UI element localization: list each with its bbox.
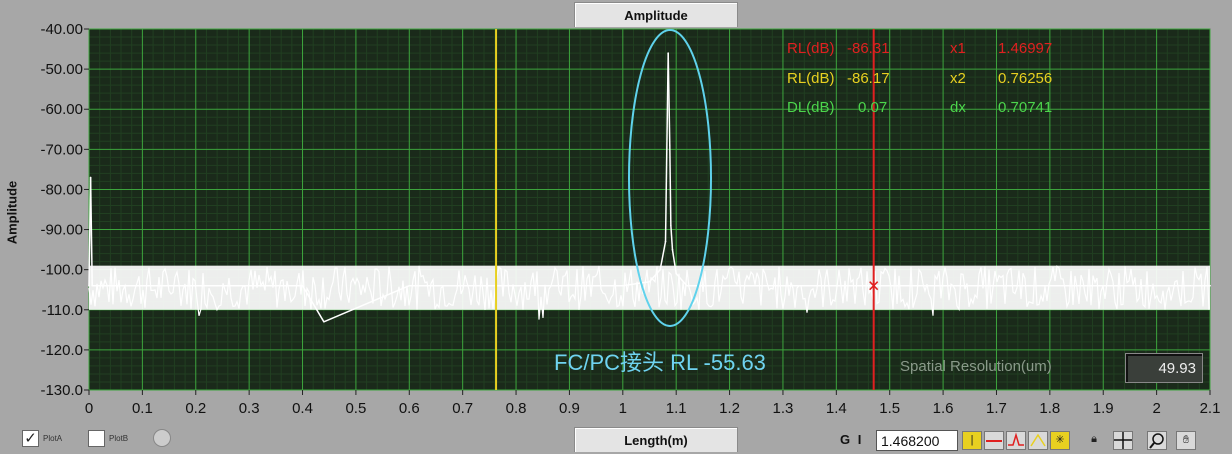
y-tick-label: -100.0 (40, 262, 83, 279)
x-tick-label: 0.5 (345, 400, 366, 417)
data-point (194, 284, 197, 287)
y-tick-label: -80.00 (40, 181, 83, 198)
data-point (408, 284, 411, 287)
x-tick-label: 0.2 (185, 400, 206, 417)
data-point (301, 284, 304, 287)
marker-icon[interactable] (1028, 431, 1048, 450)
x-tick-label: 0.1 (132, 400, 153, 417)
x-tick-label: 0.4 (292, 400, 313, 417)
line-style-icon[interactable] (984, 431, 1004, 450)
data-point (835, 284, 838, 287)
y-tick-label: -110.0 (42, 302, 83, 319)
y-tick-label: -70.00 (40, 141, 83, 158)
data-point (1209, 284, 1211, 287)
data-point (664, 240, 667, 243)
x1-label: x1 (950, 40, 966, 57)
data-point (648, 280, 651, 283)
x-tick-label: 0.7 (452, 400, 473, 417)
rl2-label: RL(dB) (787, 70, 835, 87)
y-tick-label: -130.0 (40, 382, 83, 399)
plot-options[interactable] (153, 428, 171, 448)
data-point (671, 248, 674, 251)
y-tick-label: -40.00 (40, 21, 83, 38)
x-tick-label: 1.2 (719, 400, 740, 417)
data-point (667, 52, 669, 54)
trace-segment (669, 145, 672, 226)
x-tick-label: 1.8 (1039, 400, 1060, 417)
dx-label: dx (950, 99, 966, 116)
lock-icon[interactable]: 🔒︎ (1084, 431, 1104, 450)
x-tick-label: 0 (85, 400, 93, 417)
data-point (89, 176, 92, 179)
data-point (568, 284, 571, 287)
x-axis-label: Length(m) (574, 427, 738, 452)
x2-label: x2 (950, 70, 966, 87)
data-point (1155, 284, 1158, 287)
data-point (88, 284, 90, 287)
data-point (670, 224, 672, 227)
plota-label: PlotA (43, 433, 63, 443)
fcpc-annotation: FC/PC接头 RL -55.63 (554, 350, 766, 375)
x2-value: 0.76256 (998, 70, 1053, 87)
y-tick-label: -120.0 (40, 342, 83, 359)
data-point (675, 272, 677, 275)
data-point (323, 321, 325, 323)
dl-label: DL(dB) (787, 99, 835, 116)
x-tick-label: 1.7 (986, 400, 1007, 417)
x1-value: 1.46997 (998, 40, 1053, 57)
data-point (622, 284, 624, 287)
y-tick-label: -50.00 (40, 61, 83, 78)
x-tick-label: 2 (1152, 400, 1160, 417)
y-tick-label: -60.00 (40, 101, 83, 118)
x-tick-label: 1.3 (773, 400, 794, 417)
legend-plotb[interactable]: PlotB (88, 428, 128, 448)
peak-icon[interactable] (1006, 431, 1026, 450)
x-tick-label: 1.1 (666, 400, 687, 417)
dl-value: 0.07 (858, 99, 888, 116)
x-tick-label: 0.9 (559, 400, 580, 417)
rl2-value: -86.17 (847, 70, 890, 87)
y-tick-label: -90.00 (40, 222, 83, 239)
y-axis-label: Amplitude (4, 180, 20, 245)
x-tick-label: 1.4 (826, 400, 847, 417)
data-point (659, 268, 661, 271)
data-point (91, 284, 94, 287)
highlight-icon[interactable]: ✳ (1050, 431, 1070, 450)
data-point (668, 144, 671, 147)
amplitude-chart[interactable]: -40.00 -50.00 -60.00 -70.00 -80.00 -90.00 -100… (0, 0, 1232, 451)
x-tick-label: 0.8 (506, 400, 527, 417)
rl1-label: RL(dB) (787, 40, 835, 57)
cursor-panel-label: G I (840, 432, 864, 447)
x-tick-label: 1.6 (933, 400, 954, 417)
data-point (1049, 284, 1051, 287)
cursor-position-input[interactable]: 1.468200 (876, 430, 958, 451)
x-tick-label: 1.5 (879, 400, 900, 417)
plot-options-icon[interactable] (153, 429, 171, 447)
data-point (728, 284, 731, 287)
data-point (686, 284, 688, 287)
zoom-icon[interactable] (1147, 431, 1167, 450)
x-tick-label: 0.3 (239, 400, 260, 417)
x-tick-label: 1.9 (1093, 400, 1114, 417)
x-tick-label: 0.6 (399, 400, 420, 417)
crosshair-icon[interactable] (1113, 431, 1133, 450)
cursor-mode-icon[interactable]: | (962, 431, 982, 450)
plotb-label: PlotB (109, 433, 129, 443)
plota-checkbox[interactable]: ✓ (22, 429, 39, 447)
spatial-resolution-label: Spatial Resolution(um) (900, 358, 1052, 375)
spatial-resolution-value: 49.93 (1125, 353, 1203, 383)
dx-value: 0.70741 (998, 99, 1053, 116)
x-tick-label: 1 (619, 400, 627, 417)
data-point (942, 284, 944, 287)
plotb-checkbox[interactable] (88, 429, 105, 447)
rl1-value: -86.31 (847, 40, 890, 57)
pan-hand-icon[interactable]: ✋︎ (1176, 431, 1196, 450)
legend-plota[interactable]: ✓ PlotA (22, 428, 62, 448)
x-tick-label: 2.1 (1200, 400, 1221, 417)
